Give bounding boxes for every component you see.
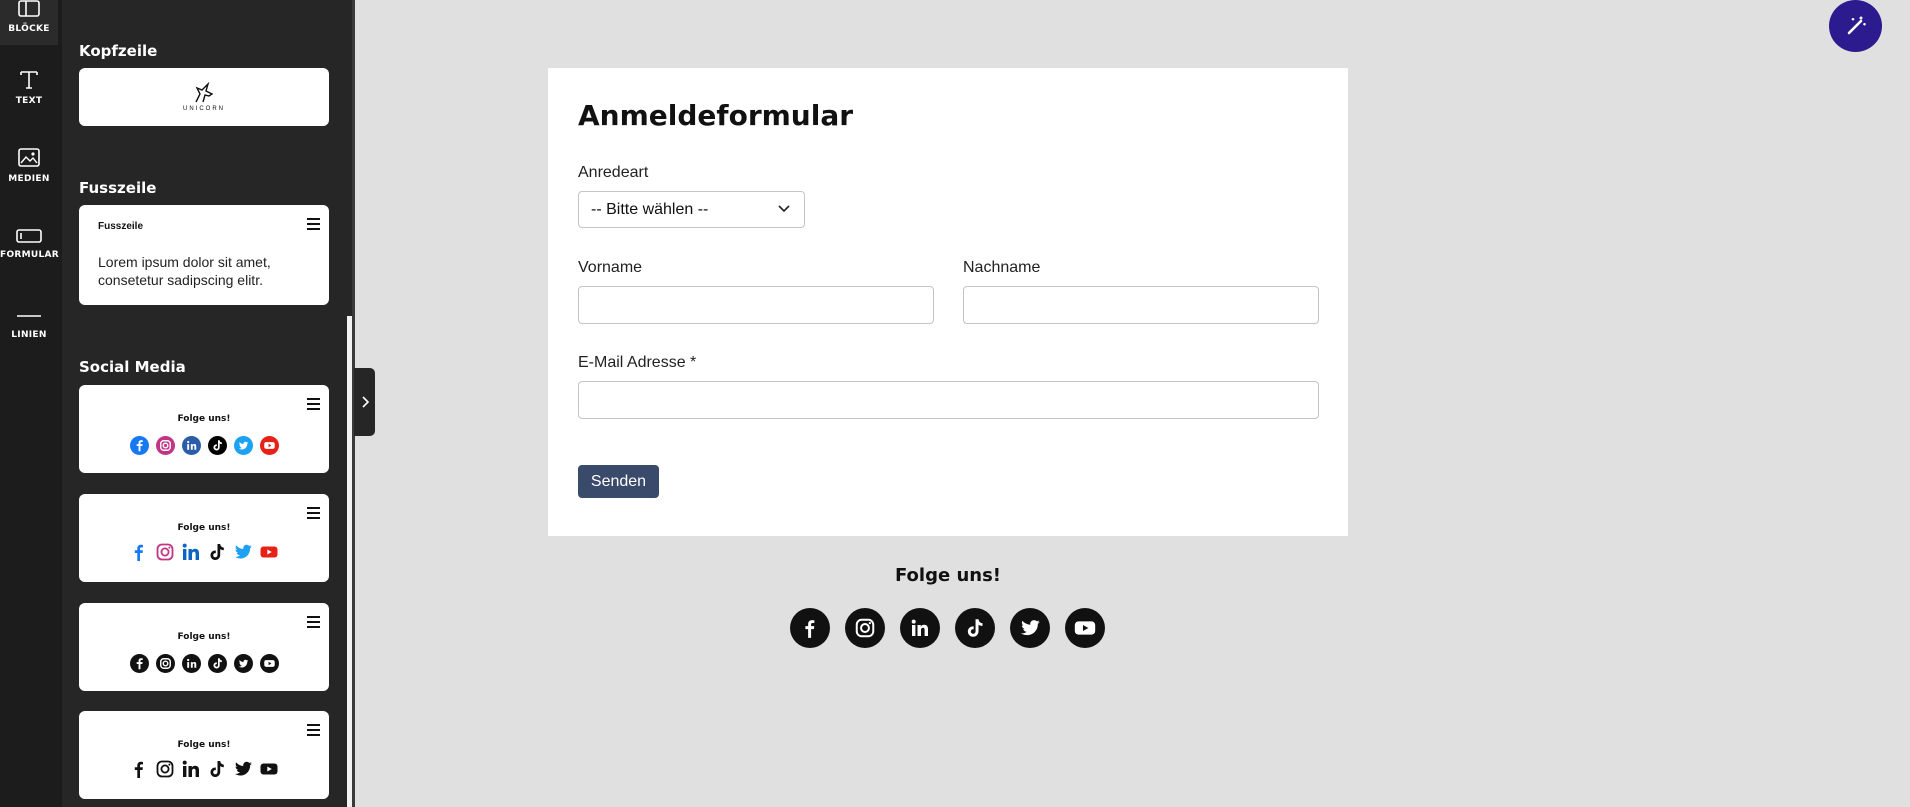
youtube-icon bbox=[258, 434, 280, 456]
youtube-icon bbox=[258, 541, 280, 563]
drag-menu-icon[interactable] bbox=[307, 724, 320, 739]
tiktok-icon[interactable] bbox=[955, 608, 995, 648]
rail-item-form[interactable]: FORMULAR bbox=[0, 228, 60, 298]
social-links bbox=[790, 608, 1105, 648]
twitter-icon bbox=[232, 541, 254, 563]
facebook-icon bbox=[128, 541, 150, 563]
instagram-icon bbox=[154, 434, 176, 456]
footer-card-title: Fusszeile bbox=[98, 221, 144, 232]
line-icon bbox=[17, 315, 41, 317]
rail-label-text: TEXT bbox=[15, 96, 43, 106]
tiktok-icon bbox=[206, 652, 228, 674]
social-card-color-plain[interactable]: Folge uns! bbox=[79, 494, 329, 582]
twitter-icon bbox=[232, 434, 254, 456]
section-title-social: Social Media bbox=[79, 358, 186, 376]
firstname-label: Vorname bbox=[578, 259, 643, 276]
facebook-icon[interactable] bbox=[790, 608, 830, 648]
rail-label-blocks: BLÖCKE bbox=[8, 24, 50, 34]
drag-menu-icon[interactable] bbox=[307, 398, 320, 413]
email-input[interactable] bbox=[578, 381, 1319, 419]
linkedin-icon bbox=[180, 541, 202, 563]
rail-item-blocks[interactable]: BLÖCKE bbox=[0, 0, 58, 45]
twitter-icon bbox=[232, 758, 254, 780]
footer-card-text: Lorem ipsum dolor sit amet, consetetur s… bbox=[98, 254, 271, 288]
instagram-icon bbox=[154, 758, 176, 780]
rail-item-lines[interactable]: LINIEN bbox=[0, 308, 58, 378]
instagram-icon bbox=[154, 652, 176, 674]
lastname-label: Nachname bbox=[963, 259, 1041, 276]
unicorn-logo-text: UNICORN bbox=[183, 106, 225, 112]
rail-label-form: FORMULAR bbox=[0, 250, 60, 260]
tiktok-icon bbox=[206, 758, 228, 780]
rail-label-media: MEDIEN bbox=[8, 174, 50, 184]
instagram-icon bbox=[154, 541, 176, 563]
social-card-black-plain[interactable]: Folge uns! bbox=[79, 711, 329, 799]
social-card-label: Folge uns! bbox=[177, 523, 231, 533]
salutation-label: Anredeart bbox=[578, 164, 649, 181]
drag-menu-icon[interactable] bbox=[307, 218, 320, 233]
social-card-color-circle[interactable]: Folge uns! bbox=[79, 385, 329, 473]
text-icon bbox=[20, 71, 38, 89]
drag-menu-icon[interactable] bbox=[307, 507, 320, 522]
section-title-footer: Fusszeile bbox=[79, 179, 157, 197]
tiktok-icon bbox=[206, 434, 228, 456]
magic-wand-button[interactable] bbox=[1829, 0, 1882, 52]
submit-button[interactable]: Senden bbox=[578, 465, 659, 498]
blocks-panel: Kopfzeile UNICORN Fusszeile Fusszeile Lo… bbox=[62, 0, 354, 807]
youtube-icon bbox=[258, 758, 280, 780]
drag-menu-icon[interactable] bbox=[307, 616, 320, 631]
blocks-icon bbox=[18, 0, 40, 17]
firstname-input[interactable] bbox=[578, 286, 934, 324]
facebook-icon bbox=[128, 652, 150, 674]
unicorn-logo-icon bbox=[195, 82, 214, 103]
twitter-icon[interactable] bbox=[1010, 608, 1050, 648]
chevron-right-icon bbox=[361, 396, 369, 408]
follow-title: Folge uns! bbox=[894, 565, 1001, 586]
footer-block-card[interactable]: Fusszeile Lorem ipsum dolor sit amet, co… bbox=[79, 205, 329, 305]
chevron-down-icon bbox=[778, 205, 790, 213]
linkedin-icon bbox=[180, 652, 202, 674]
collapse-panel-button[interactable] bbox=[354, 368, 375, 436]
rail-item-media[interactable]: MEDIEN bbox=[0, 148, 58, 218]
linkedin-icon bbox=[180, 434, 202, 456]
lastname-input[interactable] bbox=[963, 286, 1319, 324]
header-block-card[interactable]: UNICORN bbox=[79, 68, 329, 126]
facebook-icon bbox=[128, 758, 150, 780]
rail-label-lines: LINIEN bbox=[11, 330, 47, 340]
image-icon bbox=[18, 148, 40, 167]
magic-wand-icon bbox=[1847, 16, 1866, 35]
rail-item-text[interactable]: TEXT bbox=[0, 68, 58, 138]
tool-rail: BLÖCKE TEXT MEDIEN FORMULAR LINIEN bbox=[0, 0, 62, 807]
social-card-label: Folge uns! bbox=[177, 414, 231, 424]
youtube-icon bbox=[258, 652, 280, 674]
form-title: Anmeldeformular bbox=[578, 99, 854, 132]
email-label: E-Mail Adresse * bbox=[578, 354, 697, 371]
twitter-icon bbox=[232, 652, 254, 674]
social-card-label: Folge uns! bbox=[177, 740, 231, 750]
instagram-icon[interactable] bbox=[845, 608, 885, 648]
registration-form: Anmeldeformular Anredeart -- Bitte wähle… bbox=[548, 68, 1348, 536]
tiktok-icon bbox=[206, 541, 228, 563]
form-icon bbox=[16, 229, 42, 243]
youtube-icon[interactable] bbox=[1065, 608, 1105, 648]
linkedin-icon[interactable] bbox=[900, 608, 940, 648]
linkedin-icon bbox=[180, 758, 202, 780]
facebook-icon bbox=[128, 434, 150, 456]
salutation-value: -- Bitte wählen -- bbox=[591, 201, 709, 218]
social-card-black-circle[interactable]: Folge uns! bbox=[79, 603, 329, 691]
section-title-header: Kopfzeile bbox=[79, 42, 158, 60]
salutation-select[interactable]: -- Bitte wählen -- bbox=[578, 191, 805, 228]
social-card-label: Folge uns! bbox=[177, 632, 231, 642]
